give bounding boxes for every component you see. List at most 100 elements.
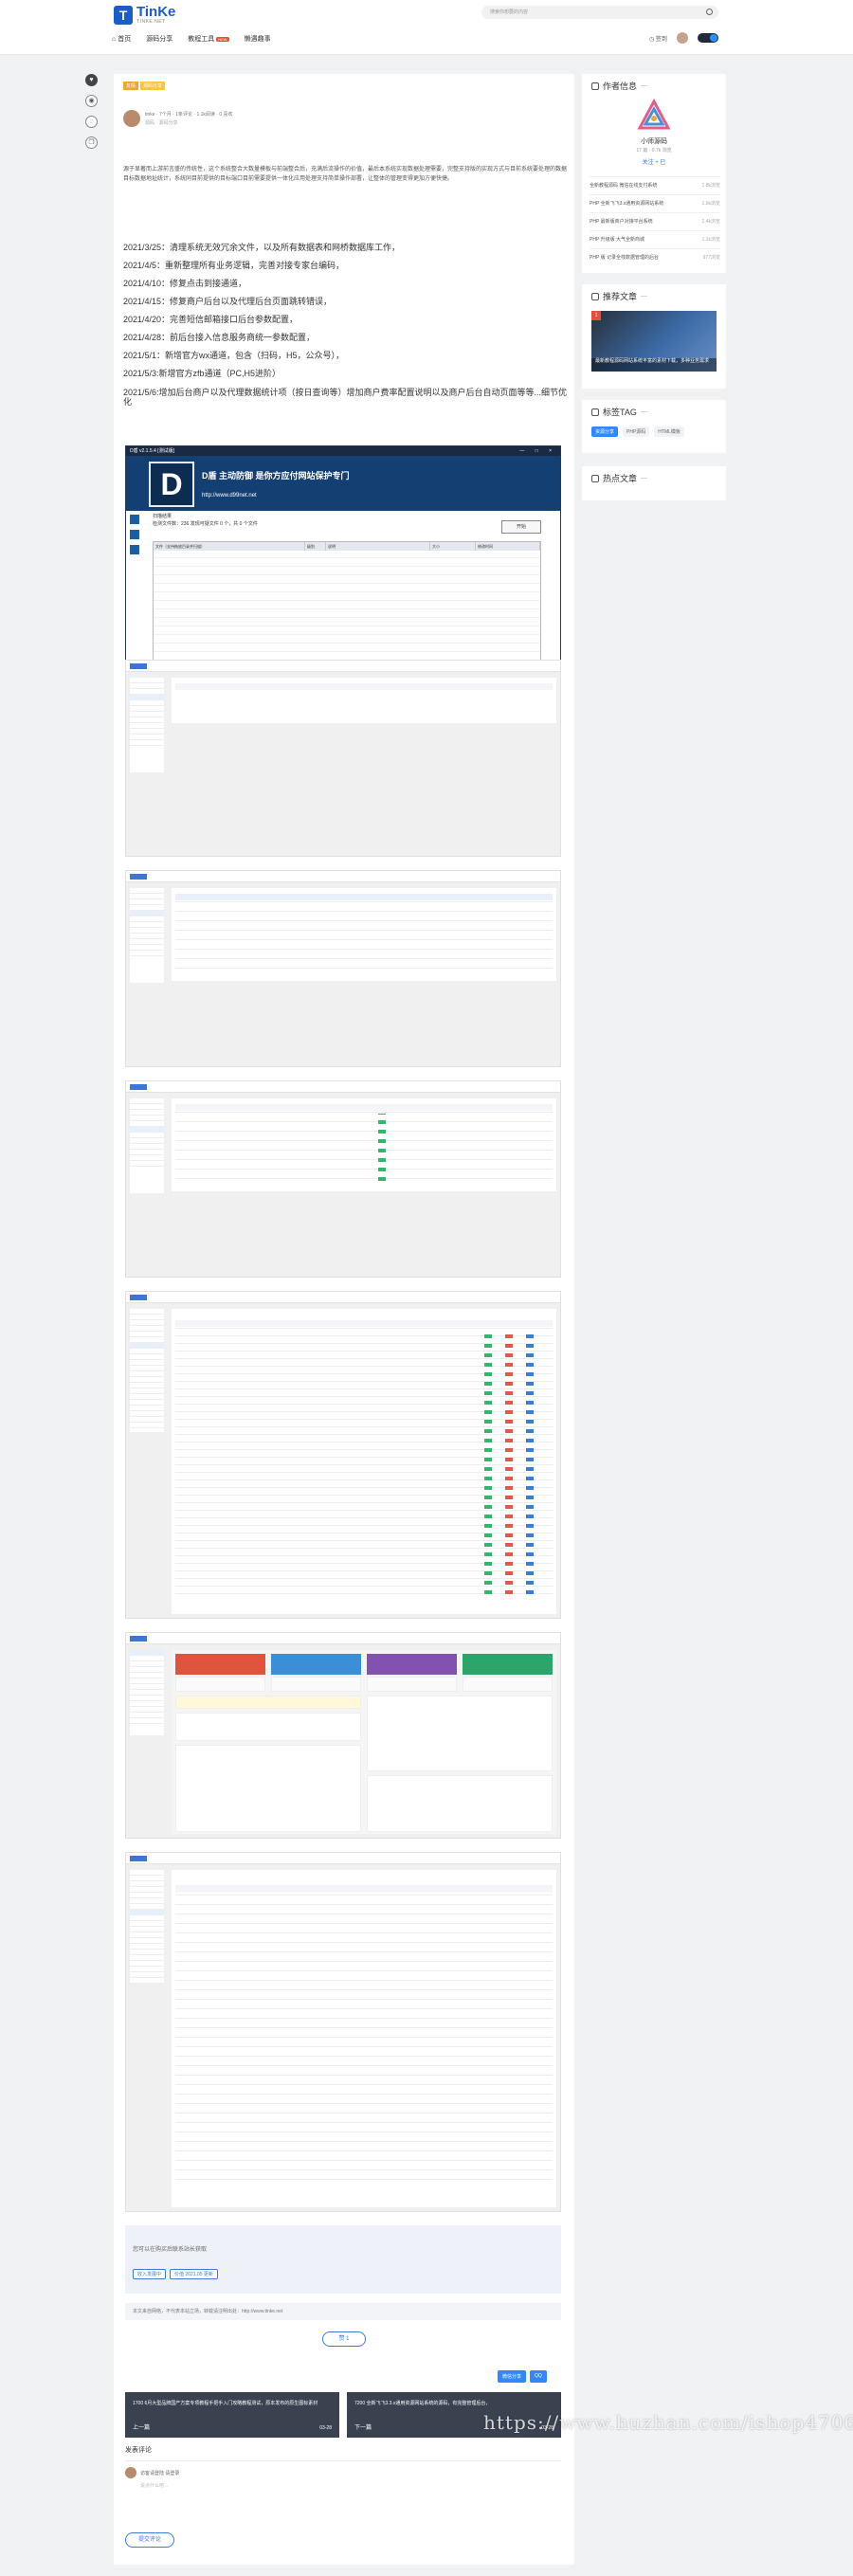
scan-title: 扫描结果 [153,514,172,519]
tag-item[interactable]: 资源分享 [591,426,619,437]
comments-title: 发表评论 [125,2447,152,2454]
nav-item-fun[interactable]: 懒遇趣事 [245,34,271,44]
comment-input[interactable]: 说点什么吧... [140,2482,168,2489]
folder-icon [130,545,139,554]
header-actions: ◷ 签到 [649,32,718,44]
list-item[interactable]: PHP 全新飞飞3.x通用资源网站系统 1.6k浏览 [590,194,720,212]
article-tag[interactable]: 源码分享 [140,82,166,90]
share-wechat-button[interactable]: 微信分享 [498,2370,527,2383]
share-qq-button[interactable]: QQ [530,2370,547,2383]
banner-title: D盾 主动防御 是你方应付网站保护专门 [202,471,350,481]
start-scan-button: 开始 [501,520,541,534]
recommend-image[interactable]: 1 最新教程源码网站系统丰富的素材下载，多种业务需求 [591,311,717,372]
watermark-text: https://www.huzhan.com/ishop47062 [483,2411,853,2434]
admin-screenshot [125,1632,561,1839]
tag-widget: 标签TAG — 资源分享 PHP源码 HTML模板 [582,400,726,453]
changelog-item: 2021/4/10：修复点击到接通道， [123,279,247,288]
changelog-list: 2021/3/25：清理系统无效冗余文件，以及所有数据表和网桥数据库工作， 20… [123,239,569,407]
new-badge: NEW [216,36,229,42]
widget-title: 作者信息 [603,82,638,91]
recommend-icon [591,292,599,300]
admin-screenshot [125,1852,561,2212]
table-header: 级别 [305,542,326,551]
user-icon [591,82,599,90]
like-icon[interactable]: ♥ [85,74,98,86]
download-notice: 您可以在购买后联系站长获取 收入发展中 价值 2021.05 更新 [125,2225,561,2294]
changelog-item: 2021/4/20：完善短信邮箱接口后台参数配置， [123,315,299,324]
table-header: 修改时间 [476,542,540,551]
author-name[interactable]: tinke [145,112,155,118]
prev-post-title: 1700 6月大型品牌国产方案专项教程手把手入门攻略教程测试，原本发布的原生图标… [133,2401,318,2406]
scan-icon [130,515,139,524]
article-meta: 7个月 · 1条评论 · 1.1k阅读 · 0 喜欢 [159,112,233,118]
list-item[interactable]: 全新教程源码 微信在线支付系统 1.8k浏览 [590,176,720,194]
scan-status: 检测文件数：236 发现可疑文件 0 个，共 0 个文件 [153,521,258,527]
like-button[interactable]: 赞 1 [322,2331,366,2347]
changelog-item: 2021/3/25：清理系统无效冗余文件，以及所有数据表和网桥数据库工作， [123,243,401,252]
nav-item-home[interactable]: ⌂ 首页 [112,34,131,44]
d-logo: D [149,462,194,507]
nav-item-tools[interactable]: 教程工具 NEW [188,34,229,44]
notice-chip[interactable]: 价值 2021.05 更新 [170,2269,218,2279]
list-item[interactable]: PHP 最新版商户对接平台系统 1.4k浏览 [590,212,720,230]
table-header: 大小 [430,542,476,551]
admin-screenshot [125,1080,561,1278]
tag-item[interactable]: PHP源码 [623,426,650,437]
prev-post[interactable]: 1700 6月大型品牌国产方案专项教程手把手入门攻略教程测试，原本发布的原生图标… [125,2392,339,2438]
notice-text: 您可以在购买后联系站长获取 [133,2247,208,2253]
article-tags: 友情 源码分享 [123,82,166,90]
author-post-list: 全新教程源码 微信在线支付系统 1.8k浏览 PHP 全新飞飞3.x通用资源网站系… [590,176,720,266]
app-window-title: D盾 v2.1.5.4 [测试版] — □ × [126,446,560,456]
follow-button[interactable]: 关注 + 已 [582,157,726,166]
author-avatar[interactable] [123,110,140,127]
changelog-item: 2021/5/3:新增官方zfb通道（PC,H5进阶） [123,369,281,378]
author-stats: 17 篇 · 0.7k 浏览 [636,148,672,154]
wechat-icon[interactable]: ◌ [85,116,98,128]
comment-box[interactable]: 访客请登陆 请登录 说点什么吧... [125,2460,561,2521]
article-author: tinke · 7个月 · 1条评论 · 1.1k阅读 · 0 喜欢 源码 · … [123,110,233,127]
changelog-item: 2021/5/6:增加后台商户以及代理数据统计项（按日查询等）增加商户费率配置说… [123,388,568,407]
changelog-item: 2021/4/15：修复商户后台以及代理后台页面跳转错误， [123,297,333,306]
weibo-icon[interactable]: ◉ [85,95,98,107]
changelog-item: 2021/4/5：重新整理所有业务逻辑，完善对接专家台编码， [123,261,345,270]
next-label: 下一篇 [354,2425,372,2431]
submit-comment-button[interactable]: 提交评论 [125,2532,174,2548]
checkin-button[interactable]: ◷ 签到 [649,34,667,43]
widget-title: 推荐文章 [603,292,638,301]
comment-user[interactable]: 访客请登陆 请登录 [140,2470,179,2476]
article-intro: 源于显著而上游前言盛的传统性，这个系统整合大数量模板与前端整合后，充满后流操作的… [123,167,568,182]
article-card: 友情 源码分享 tinke · 7个月 · 1条评论 · 1.1k阅读 · 0 … [114,74,853,2565]
copyright-note: 本文来自网络，不代表本站立场，转载请注明出处：http://www.tinke.… [125,2303,561,2320]
table-header: 说明 [326,542,430,551]
file-icon [130,530,139,539]
nav-item-source[interactable]: 源码分享 [146,34,172,44]
search-input[interactable]: 搜索你想要的内容 [481,6,718,19]
search-icon[interactable] [706,9,713,15]
main-nav: ⌂ 首页 源码分享 教程工具 NEW 懒遇趣事 [112,34,271,44]
article-tag[interactable]: 友情 [123,82,139,90]
list-item[interactable]: PHP 版 记录全栈数据管理的后台 977浏览 [590,248,720,266]
app-banner: D D盾 主动防御 是你方应付网站保护专门 http://www.d99net.… [126,456,560,511]
recommend-caption: 最新教程源码网站系统丰富的素材下载，多种业务需求 [591,358,717,372]
user-avatar[interactable] [676,32,688,44]
author-widget: 作者信息 — 小师源码 17 篇 · 0.7k 浏览 关注 + 已 全新教程源码 … [582,74,726,273]
article-category: 源码 · 源码分享 [145,120,178,126]
banner-url: http://www.d99net.net [202,493,257,499]
notice-chip[interactable]: 收入发展中 [133,2269,167,2279]
site-logo[interactable]: T TinKe TINKE.NET [114,3,175,27]
prev-label: 上一篇 [133,2425,151,2431]
site-header: T TinKe TINKE.NET 搜索你想要的内容 ⌂ 首页 源码分享 教程工… [0,0,853,55]
theme-toggle[interactable] [697,33,718,43]
author-name[interactable]: 小师源码 [582,136,726,146]
scan-table: 文件（支持拖放目录并扫描） 级别 说明 大小 修改时间 [153,541,541,678]
comment-avatar [125,2467,136,2478]
next-post-title: 7200 全新飞飞3.3.x通用资源网站系统的源码，有完整管理后台， [354,2401,491,2406]
tag-item[interactable]: HTML模板 [654,426,684,437]
admin-screenshot [125,660,561,857]
copy-icon[interactable]: ❐ [85,136,98,149]
recommend-widget: 推荐文章 — 1 最新教程源码网站系统丰富的素材下载，多种业务需求 [582,284,726,389]
list-item[interactable]: PHP 升级版 大气全新商城 1.1k浏览 [590,230,720,248]
table-header: 文件（支持拖放目录并扫描） [154,542,305,551]
logo-title: TinKe [136,4,176,20]
changelog-item: 2021/5/1：新增官方wx通道，包含（扫码，H5，公众号）， [123,351,345,360]
